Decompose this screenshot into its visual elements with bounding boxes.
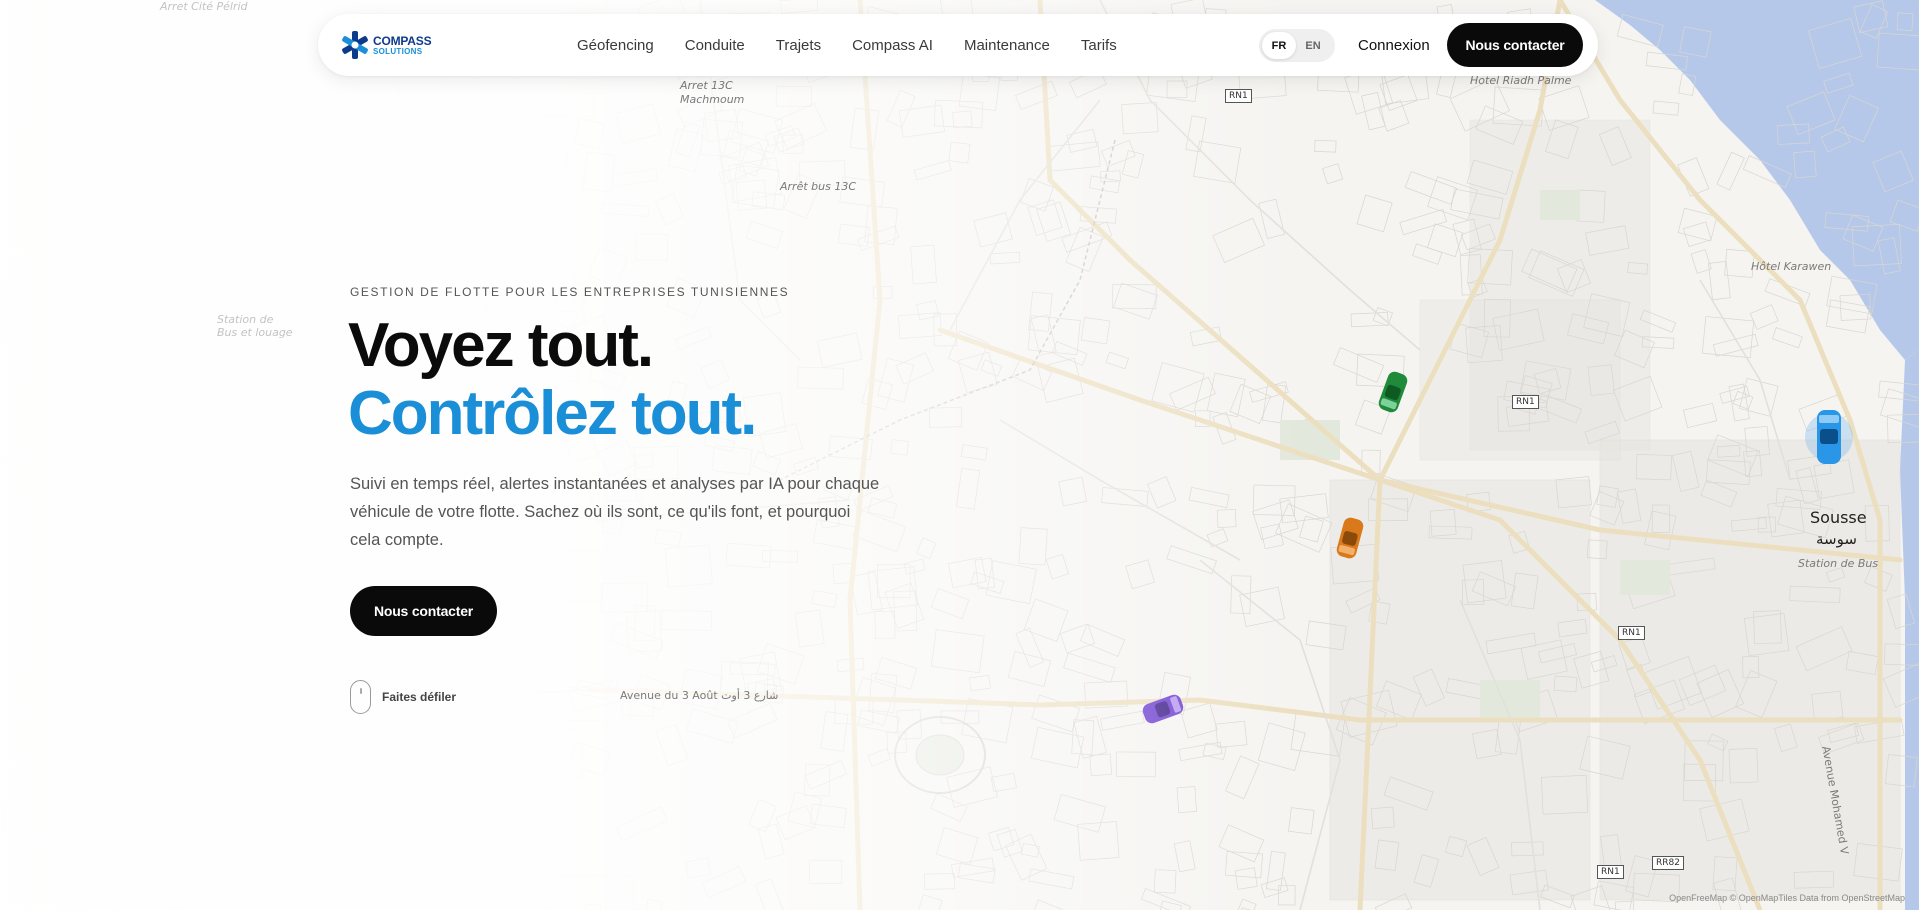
language-switcher: FR EN bbox=[1259, 29, 1335, 62]
nav-link-trajets[interactable]: Trajets bbox=[776, 37, 821, 54]
login-link[interactable]: Connexion bbox=[1358, 14, 1430, 76]
road-shield-rn1: RN1 bbox=[1225, 89, 1252, 103]
road-shield-rn1: RN1 bbox=[1597, 865, 1624, 879]
nav-link-geofencing[interactable]: Géofencing bbox=[577, 37, 654, 54]
map-city-sousse: Sousse bbox=[1810, 508, 1867, 527]
road-shield-rn1: RN1 bbox=[1512, 395, 1539, 409]
nav-link-conduite[interactable]: Conduite bbox=[685, 37, 745, 54]
nav-links: Géofencing Conduite Trajets Compass AI M… bbox=[577, 14, 1148, 76]
hero-title-line1: Voyez tout. bbox=[348, 311, 654, 380]
hero-lead: Suivi en temps réel, alertes instantanée… bbox=[350, 475, 880, 549]
top-navbar: COMPASS SOLUTIONS Géofencing Conduite Tr… bbox=[318, 14, 1598, 76]
map-background[interactable] bbox=[0, 0, 1919, 910]
nav-link-tarifs[interactable]: Tarifs bbox=[1081, 37, 1117, 54]
map-label-arret-top: Arret Cité Pélrid bbox=[160, 0, 248, 13]
road-shield-rn1: RN1 bbox=[1618, 626, 1645, 640]
scroll-label: Faites défiler bbox=[382, 690, 457, 704]
nav-link-compass-ai[interactable]: Compass AI bbox=[852, 37, 933, 54]
map-label-hotel-karawen: Hôtel Karawen bbox=[1751, 260, 1832, 273]
map-label-arret-bus-13c: Arrêt bus 13C bbox=[780, 180, 857, 193]
map-label-station-bus-left: Station de Bus et louage bbox=[217, 313, 293, 339]
nav-contact-button[interactable]: Nous contacter bbox=[1447, 23, 1583, 67]
map-label-arret-13c: Arret 13C bbox=[680, 79, 733, 92]
brand-logo[interactable]: COMPASS SOLUTIONS bbox=[340, 30, 432, 60]
mouse-icon bbox=[350, 680, 371, 714]
road-shield-rr82: RR82 bbox=[1652, 856, 1684, 870]
brand-name: COMPASS bbox=[373, 33, 432, 48]
map-city-sousse-ar: سوسة bbox=[1816, 530, 1857, 548]
compass-logo-icon bbox=[342, 31, 368, 59]
map-attribution[interactable]: OpenFreeMap © OpenMapTiles Data from Ope… bbox=[1669, 893, 1905, 903]
map-label-avenue-3-aout: Avenue du 3 Août شارع 3 أوت bbox=[620, 689, 779, 702]
lang-fr-button[interactable]: FR bbox=[1262, 32, 1296, 59]
scroll-indicator[interactable]: Faites défiler bbox=[350, 680, 456, 714]
hero-eyebrow: GESTION DE FLOTTE POUR LES ENTREPRISES T… bbox=[350, 285, 790, 299]
map-label-machmoum: Machmoum bbox=[680, 93, 745, 106]
map-label-station-bus: Station de Bus bbox=[1798, 557, 1879, 570]
nav-link-maintenance[interactable]: Maintenance bbox=[964, 37, 1050, 54]
hero-title-line2: Contrôlez tout. bbox=[348, 379, 757, 448]
hero-contact-button[interactable]: Nous contacter bbox=[350, 586, 497, 636]
lang-en-button[interactable]: EN bbox=[1296, 32, 1330, 59]
brand-sub: SOLUTIONS bbox=[373, 46, 423, 56]
